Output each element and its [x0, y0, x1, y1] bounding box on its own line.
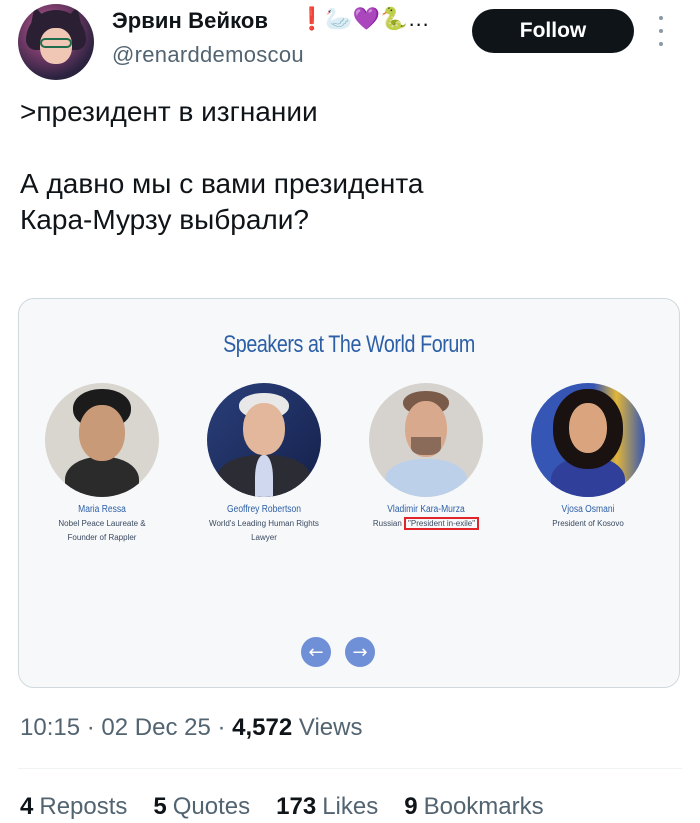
speaker-card: Vladimir Kara-Murza Russian "President i…: [341, 383, 511, 530]
tweet-meta: 10:15 · 02 Dec 25 · 4,572 Views: [20, 714, 362, 742]
speaker-name: Geoffrey Robertson: [226, 504, 302, 515]
speaker-role: World's Leading Human Rights: [209, 519, 319, 528]
tweet-line: >президент в изгнании: [20, 96, 318, 127]
views-label: Views: [298, 714, 363, 741]
dot: [659, 42, 663, 46]
follow-button[interactable]: Follow: [472, 9, 634, 53]
quotes-stat[interactable]: 5 Quotes: [153, 793, 250, 821]
tweet-text: >президент в изгнании А давно мы с вами …: [20, 94, 680, 238]
tweet-time[interactable]: 10:15: [20, 714, 80, 741]
speaker-photo: [207, 383, 321, 497]
speaker-card: Maria Ressa Nobel Peace Laureate & Found…: [19, 383, 187, 543]
tweet-date[interactable]: 02 Dec 25: [101, 714, 210, 741]
quotes-count: 5: [153, 793, 167, 820]
author-display-name[interactable]: Эрвин Вейков: [112, 8, 268, 34]
tweet-line: Кара-Мурзу выбрали?: [20, 204, 309, 235]
likes-count: 173: [276, 793, 317, 820]
more-vertical-icon[interactable]: [656, 16, 666, 46]
bookmarks-count: 9: [404, 793, 418, 820]
speaker-name: Maria Ressa: [78, 504, 126, 515]
speaker-role: Russian "President in-exile": [341, 517, 511, 530]
tweet-media-image[interactable]: Speakers at The World Forum Maria Ressa …: [18, 298, 680, 688]
speaker-card: Vjosa Osmani President of Kosovo: [503, 383, 673, 529]
views-count: 4,572: [232, 714, 293, 741]
speaker-role: President of Kosovo: [552, 519, 624, 528]
tweet-line: А давно мы с вами президента: [20, 168, 424, 199]
speaker-role: Founder of Rappler: [67, 533, 137, 542]
speaker-photo: [531, 383, 645, 497]
carousel-next-button[interactable]: →: [345, 637, 375, 667]
author-handle[interactable]: @renarddemoscou: [112, 42, 304, 68]
speaker-name: Vladimir Kara-Murza: [387, 504, 465, 515]
divider: [18, 768, 682, 769]
speaker-role: Nobel Peace Laureate &: [58, 519, 146, 528]
quotes-label: Quotes: [172, 793, 251, 820]
author-name-emojis: ❗🦢💜🐍…: [298, 6, 430, 31]
reposts-stat[interactable]: 4 Reposts: [20, 793, 127, 821]
speaker-photo: [45, 383, 159, 497]
dot: [659, 16, 663, 20]
meta-separator: ·: [86, 714, 95, 741]
speaker-photo: [369, 383, 483, 497]
carousel-prev-button[interactable]: ←: [301, 637, 331, 667]
speaker-name: Vjosa Osmani: [561, 504, 615, 515]
highlighted-role: "President in-exile": [404, 517, 480, 530]
bookmarks-label: Bookmarks: [423, 793, 544, 820]
avatar[interactable]: [18, 4, 94, 80]
meta-separator: ·: [217, 714, 226, 741]
speaker-role-prefix: Russian: [372, 519, 402, 528]
dot: [659, 29, 663, 33]
bookmarks-stat[interactable]: 9 Bookmarks: [404, 793, 543, 821]
avatar-glasses: [40, 38, 72, 48]
reposts-count: 4: [20, 793, 34, 820]
likes-stat[interactable]: 173 Likes: [276, 793, 378, 821]
speaker-card: Geoffrey Robertson World's Leading Human…: [179, 383, 349, 543]
media-title: Speakers at The World Forum: [223, 331, 475, 358]
reposts-label: Reposts: [39, 793, 128, 820]
speaker-role: Lawyer: [251, 533, 277, 542]
engagement-stats: 4 Reposts 5 Quotes 173 Likes 9 Bookmarks: [20, 793, 544, 821]
likes-label: Likes: [322, 793, 379, 820]
tweet-line: [20, 130, 680, 166]
